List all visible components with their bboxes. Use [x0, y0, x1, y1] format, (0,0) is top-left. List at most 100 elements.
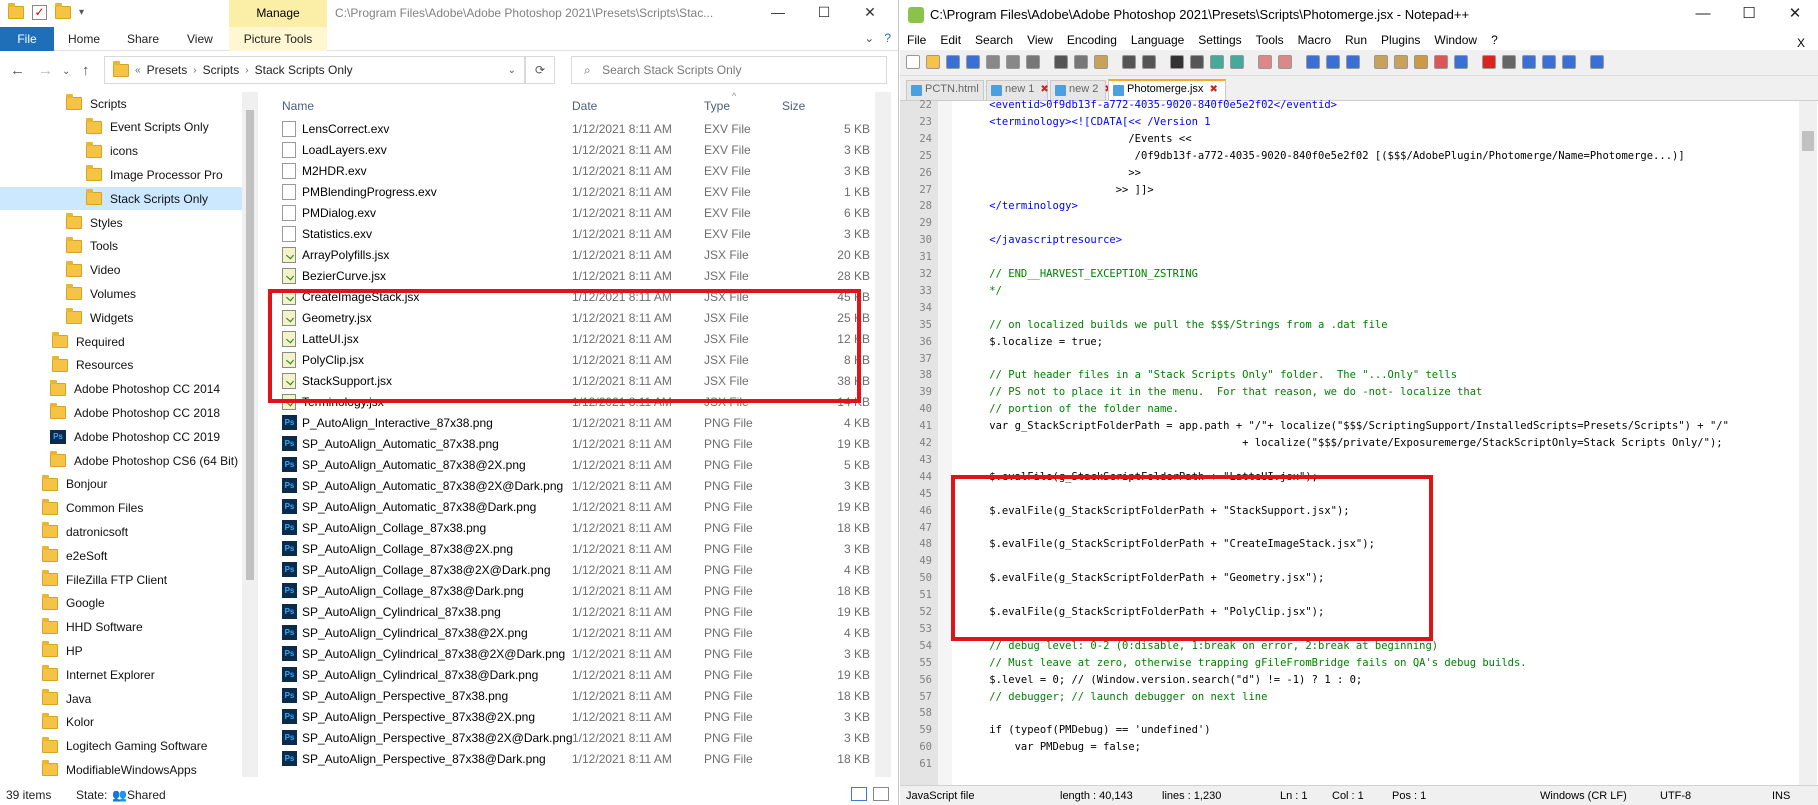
- editor-scrollbar-thumb[interactable]: [1802, 131, 1814, 151]
- nav-item[interactable]: Adobe Photoshop CC 2014: [0, 378, 242, 401]
- spell-check-icon[interactable]: [1590, 55, 1604, 69]
- menu-item[interactable]: Macro: [1291, 30, 1338, 50]
- nav-item[interactable]: Adobe Photoshop CC 2018: [0, 401, 242, 424]
- nav-scrollbar-thumb[interactable]: [246, 110, 254, 580]
- cut-icon[interactable]: [1054, 55, 1068, 69]
- nav-item[interactable]: datronicsoft: [0, 520, 242, 543]
- minimize-button[interactable]: —: [1680, 0, 1726, 30]
- doc-map-icon[interactable]: [1394, 55, 1408, 69]
- new-folder-icon[interactable]: [55, 3, 71, 19]
- udl-icon[interactable]: [1374, 55, 1388, 69]
- column-name[interactable]: Name: [282, 99, 314, 113]
- tab-file[interactable]: File: [0, 27, 54, 51]
- nav-item[interactable]: Scripts: [0, 92, 242, 115]
- play-macro-icon[interactable]: [1522, 55, 1536, 69]
- nav-item[interactable]: ModifiableWindowsApps: [0, 758, 242, 781]
- nav-item[interactable]: HHD Software: [0, 616, 242, 639]
- file-row[interactable]: Ps SP_AutoAlign_Cylindrical_87x38@Dark.pn…: [262, 664, 872, 685]
- file-row[interactable]: Ps SP_AutoAlign_Cylindrical_87x38.png 1/12…: [262, 601, 872, 622]
- file-row[interactable]: Ps SP_AutoAlign_Perspective_87x38.png 1/12…: [262, 685, 872, 706]
- encoding[interactable]: UTF-8: [1660, 790, 1691, 802]
- eol-format[interactable]: Windows (CR LF): [1540, 790, 1627, 802]
- tab-active-document[interactable]: Photomerge.jsx ✖: [1108, 79, 1226, 101]
- menu-item[interactable]: Run: [1338, 30, 1374, 50]
- nav-item[interactable]: Internet Explorer: [0, 663, 242, 686]
- nav-item[interactable]: Google: [0, 592, 242, 615]
- breadcrumb-presets[interactable]: Presets: [147, 63, 188, 77]
- nav-item[interactable]: Bonjour: [0, 473, 242, 496]
- maximize-button[interactable]: ☐: [801, 0, 847, 27]
- chevron-right-icon[interactable]: ›: [245, 65, 248, 76]
- nav-item[interactable]: Widgets: [0, 306, 242, 329]
- up-arrow-icon[interactable]: ↑: [82, 62, 90, 79]
- nav-item[interactable]: Adobe Photoshop CS6 (64 Bit): [0, 449, 242, 472]
- nav-item[interactable]: Stack Scripts Only: [0, 187, 242, 211]
- menu-item[interactable]: Plugins: [1374, 30, 1427, 50]
- file-row[interactable]: PMBlendingProgress.exv 1/12/2021 8:11 AM E…: [262, 181, 872, 202]
- monitoring-icon[interactable]: [1454, 55, 1468, 69]
- nav-scrollbar[interactable]: [242, 92, 258, 777]
- show-all-chars-icon[interactable]: [1326, 55, 1340, 69]
- file-row[interactable]: Ps SP_AutoAlign_Collage_87x38.png 1/12/202…: [262, 517, 872, 538]
- code-editor[interactable]: 22 23 24 25 26 27 28 29 30 31 32 33 34 35 36 37 38 39 40 41…: [900, 99, 1818, 786]
- nav-item[interactable]: Kolor: [0, 711, 242, 734]
- file-row[interactable]: BezierCurve.jsx 1/12/2021 8:11 AM JSX File…: [262, 265, 872, 286]
- save-icon[interactable]: [946, 55, 960, 69]
- menu-item[interactable]: Window: [1427, 30, 1484, 50]
- file-row[interactable]: ArrayPolyfills.jsx 1/12/2021 8:11 AM JSX F…: [262, 244, 872, 265]
- refresh-button[interactable]: ⟳: [525, 56, 555, 84]
- indent-guide-icon[interactable]: [1346, 55, 1360, 69]
- redo-icon[interactable]: [1142, 55, 1156, 69]
- zoom-in-icon[interactable]: [1210, 55, 1224, 69]
- properties-icon[interactable]: ✓: [32, 5, 47, 20]
- breadcrumb-stack-scripts-only[interactable]: Stack Scripts Only: [255, 63, 353, 77]
- nav-item[interactable]: Volumes: [0, 282, 242, 305]
- forward-arrow-icon[interactable]: →: [38, 62, 53, 79]
- maximize-button[interactable]: ☐: [1726, 0, 1772, 30]
- file-row[interactable]: Ps SP_AutoAlign_Perspective_87x38@2X.png 1…: [262, 706, 872, 727]
- sync-vertical-icon[interactable]: [1258, 55, 1272, 69]
- tab-picture-tools[interactable]: Picture Tools: [229, 27, 327, 51]
- close-document-button[interactable]: X: [1790, 33, 1812, 50]
- save-macro-icon[interactable]: [1562, 55, 1576, 69]
- stop-record-icon[interactable]: [1502, 55, 1516, 69]
- close-icon[interactable]: [986, 55, 1000, 69]
- word-wrap-icon[interactable]: [1306, 55, 1320, 69]
- nav-item[interactable]: Ps Adobe Photoshop CC 2019: [0, 425, 242, 448]
- file-row[interactable]: Ps SP_AutoAlign_Automatic_87x38.png 1/12/2…: [262, 433, 872, 454]
- nav-item[interactable]: e2eSoft: [0, 544, 242, 567]
- breadcrumb-scripts[interactable]: Scripts: [203, 63, 240, 77]
- replace-icon[interactable]: [1190, 55, 1204, 69]
- file-row[interactable]: Ps SP_AutoAlign_Automatic_87x38@2X.png 1/1…: [262, 454, 872, 475]
- chevron-right-icon[interactable]: ›: [193, 65, 196, 76]
- nav-item[interactable]: Tools: [0, 235, 242, 258]
- file-row[interactable]: M2HDR.exv 1/12/2021 8:11 AM EXV File 3 KB: [262, 160, 872, 181]
- undo-icon[interactable]: [1122, 55, 1136, 69]
- tab-share[interactable]: Share: [127, 27, 159, 51]
- file-row[interactable]: Ps SP_AutoAlign_Automatic_87x38@2X@Dark.p…: [262, 475, 872, 496]
- close-button[interactable]: ✕: [1772, 0, 1818, 30]
- file-row[interactable]: Ps SP_AutoAlign_Perspective_87x38@Dark.pn…: [262, 748, 872, 769]
- file-row[interactable]: Statistics.exv 1/12/2021 8:11 AM EXV File 3…: [262, 223, 872, 244]
- nav-item[interactable]: HP: [0, 639, 242, 662]
- print-icon[interactable]: [1026, 55, 1040, 69]
- address-bar[interactable]: « Presets › Scripts › Stack Scripts Only…: [104, 56, 525, 84]
- nav-item[interactable]: Resources: [0, 354, 242, 377]
- file-row[interactable]: Ps SP_AutoAlign_Collage_87x38@2X.png 1/12/…: [262, 538, 872, 559]
- paste-icon[interactable]: [1094, 55, 1108, 69]
- save-all-icon[interactable]: [966, 55, 980, 69]
- file-row[interactable]: Ps SP_AutoAlign_Cylindrical_87x38@2X.png 1…: [262, 622, 872, 643]
- back-arrow-icon[interactable]: ←: [10, 62, 25, 79]
- editor-scrollbar[interactable]: [1799, 101, 1817, 786]
- run-macro-multiple-icon[interactable]: [1542, 55, 1556, 69]
- nav-item[interactable]: icons: [0, 140, 242, 163]
- close-tab-icon[interactable]: ✖: [1209, 84, 1217, 95]
- address-dropdown-icon[interactable]: ⌄: [508, 65, 516, 76]
- menu-item[interactable]: Encoding: [1060, 30, 1124, 50]
- search-box[interactable]: ⌕ Search Stack Scripts Only: [571, 56, 887, 84]
- nav-item[interactable]: Image Processor Pro: [0, 163, 242, 186]
- menu-item[interactable]: Settings: [1191, 30, 1248, 50]
- file-row[interactable]: Ps SP_AutoAlign_Collage_87x38@2X@Dark.png…: [262, 559, 872, 580]
- file-row[interactable]: Ps P_AutoAlign_Interactive_87x38.png 1/12/…: [262, 412, 872, 433]
- record-macro-icon[interactable]: [1482, 55, 1496, 69]
